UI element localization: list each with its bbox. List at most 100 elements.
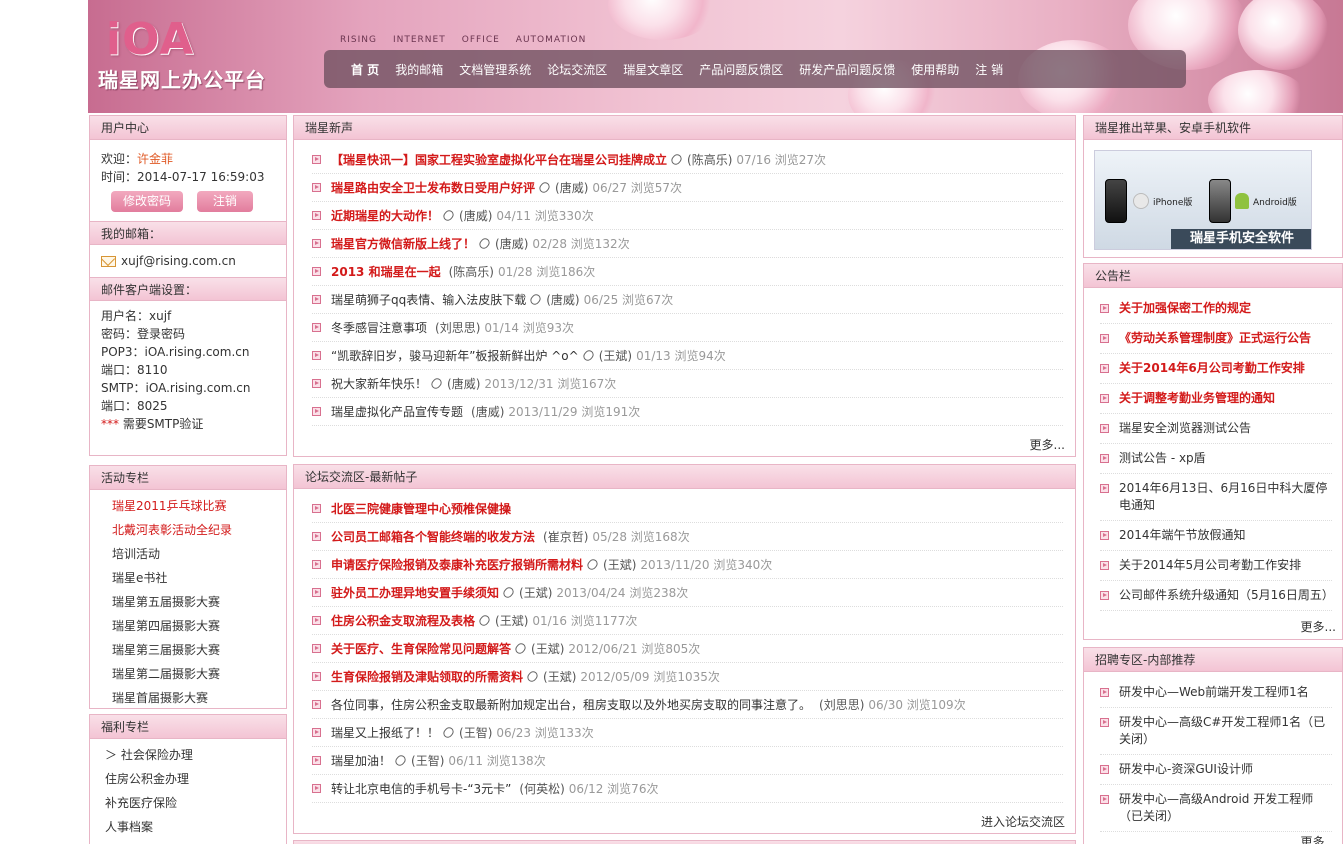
notice-link[interactable]: 2014年端午节放假通知	[1119, 527, 1246, 544]
item-title-link[interactable]: 【瑞星快讯一】国家工程实验室虚拟化平台在瑞星公司挂牌成立	[331, 146, 667, 173]
sidebar-link[interactable]: 瑞星e书社	[112, 566, 286, 590]
sidebar-link[interactable]: 补充医疗保险	[105, 791, 286, 815]
job-link[interactable]: 研发中心—高级C#开发工程师1名（已关闭）	[1119, 714, 1332, 748]
nav-help[interactable]: 使用帮助	[911, 61, 959, 78]
notice-item: 关于调整考勤业务管理的通知	[1100, 384, 1332, 414]
job-link[interactable]: 研发中心-资深GUI设计师	[1119, 761, 1253, 778]
item-title-link[interactable]: 瑞星虚拟化产品宣传专题	[331, 398, 463, 425]
mobile-app-panel: 瑞星推出苹果、安卓手机软件 iPhone版 Android版 瑞星手机安全软件	[1083, 115, 1343, 258]
notice-link[interactable]: 关于2014年5月公司考勤工作安排	[1119, 557, 1301, 574]
item-title-link[interactable]: 近期瑞星的大动作！	[331, 202, 439, 229]
item-meta: 2012/05/09 浏览1035次	[580, 669, 720, 684]
nav-home[interactable]: 首 页	[351, 61, 379, 78]
notice-link[interactable]: 测试公告 - xp盾	[1119, 450, 1206, 467]
item-meta: 04/11 浏览330次	[496, 208, 594, 223]
notice-more-link[interactable]: 更多...	[1301, 618, 1336, 635]
list-item: 瑞星萌狮子qq表情、输入法皮肤下载 (唐威) 06/25 浏览67次	[312, 286, 1063, 314]
item-title-link[interactable]: 瑞星加油！	[331, 747, 391, 774]
sidebar-link[interactable]: 瑞星第二届摄影大赛	[112, 662, 286, 686]
nav-product-feedback[interactable]: 产品问题反馈区	[699, 61, 783, 78]
item-title-link[interactable]: 瑞星萌狮子qq表情、输入法皮肤下载	[331, 286, 526, 313]
sidebar-link[interactable]: 瑞星2011乒乓球比赛	[112, 494, 286, 518]
item-title-link[interactable]: 住房公积金支取流程及表格	[331, 607, 475, 634]
notice-link[interactable]: 公司邮件系统升级通知（5月16日周五）	[1119, 587, 1334, 604]
notice-link[interactable]: 2014年6月13日、6月16日中科大厦停电通知	[1119, 480, 1332, 514]
sidebar-link[interactable]: 培训活动	[112, 542, 286, 566]
attachment-icon	[501, 585, 516, 600]
bullet-arrow-icon	[312, 211, 321, 220]
item-author: (王斌)	[603, 557, 637, 572]
nav-forum[interactable]: 论坛交流区	[547, 61, 607, 78]
bullet-arrow-icon	[1100, 591, 1109, 600]
notice-link[interactable]: 瑞星安全浏览器测试公告	[1119, 420, 1251, 437]
notice-link[interactable]: 关于调整考勤业务管理的通知	[1119, 390, 1275, 407]
mobile-app-banner[interactable]: iPhone版 Android版 瑞星手机安全软件	[1094, 150, 1312, 250]
item-title-link[interactable]: 祝大家新年快乐！	[331, 370, 427, 397]
item-title-link[interactable]: 驻外员工办理异地安置手续须知	[331, 579, 499, 606]
bullet-arrow-icon	[312, 351, 321, 360]
sidebar-link[interactable]: 瑞星第三届摄影大赛	[112, 638, 286, 662]
sidebar-link[interactable]: ＞ 社会保险办理	[105, 743, 286, 767]
item-title-link[interactable]: “凯歌辞旧岁，骏马迎新年”板报新鲜出炉 ^o^	[331, 342, 579, 369]
item-title-link[interactable]: 冬季感冒注意事项	[331, 314, 427, 341]
item-title-link[interactable]: 各位同事，住房公积金支取最新附加规定出台，租房支取以及外地买房支取的同事注意了。	[331, 691, 811, 718]
sidebar-link[interactable]: 人事档案	[105, 815, 286, 839]
item-author: (刘思思)	[435, 320, 481, 335]
forum-enter-link[interactable]: 进入论坛交流区	[981, 813, 1065, 830]
item-meta: 06/25 浏览67次	[583, 292, 674, 307]
list-item: “凯歌辞旧岁，骏马迎新年”板报新鲜出炉 ^o^ (王斌) 01/13 浏览94次	[312, 342, 1063, 370]
attachment-icon	[581, 348, 596, 363]
bullet-arrow-icon	[1100, 454, 1109, 463]
sidebar-link[interactable]: 住房公积金办理	[105, 767, 286, 791]
attachment-icon	[669, 152, 684, 167]
sidebar-link[interactable]: 瑞星首届摄影大赛	[112, 686, 286, 708]
sidebar-link[interactable]: 瑞星第五届摄影大赛	[112, 590, 286, 614]
nav-articles[interactable]: 瑞星文章区	[623, 61, 683, 78]
nav-mailbox[interactable]: 我的邮箱	[395, 61, 443, 78]
change-password-button[interactable]: 修改密码	[111, 191, 184, 212]
attachment-icon	[441, 208, 456, 223]
nav-logout[interactable]: 注 销	[975, 61, 1003, 78]
item-title-link[interactable]: 公司员工邮箱各个智能终端的收发方法	[331, 523, 535, 550]
list-item: 公司员工邮箱各个智能终端的收发方法 (崔京哲) 05/28 浏览168次	[312, 523, 1063, 551]
mail-client-settings-title: 邮件客户端设置：	[90, 277, 286, 301]
email-address[interactable]: xujf@rising.com.cn	[121, 254, 236, 268]
nav-rd-feedback[interactable]: 研发产品问题反馈	[799, 61, 895, 78]
item-title-link[interactable]: 瑞星路由安全卫士发布数日受用户好评	[331, 174, 535, 201]
news-panel: 瑞星新声 【瑞星快讯一】国家工程实验室虚拟化平台在瑞星公司挂牌成立 (陈高乐) 07…	[293, 115, 1076, 457]
notice-link[interactable]: 关于加强保密工作的规定	[1119, 300, 1251, 317]
header-banner: iOA 瑞星网上办公平台 RISING INTERNET OFFICE AUTOMAT…	[88, 0, 1343, 113]
nav-document-system[interactable]: 文档管理系统	[459, 61, 531, 78]
job-link[interactable]: 研发中心—Web前端开发工程师1名	[1119, 684, 1309, 701]
sidebar-link[interactable]: 瑞星第四届摄影大赛	[112, 614, 286, 638]
logout-button[interactable]: 注销	[196, 191, 253, 212]
sidebar-link[interactable]: 北戴河表彰活动全纪录	[112, 518, 286, 542]
item-title-link[interactable]: 关于医疗、生育保险常见问题解答	[331, 635, 511, 662]
sidebar-link[interactable]: 工作居住证办理	[105, 839, 286, 844]
user-center-panel: 用户中心 欢迎：许金菲 时间：2014-07-17 16:59:03 修改密码 …	[89, 115, 287, 456]
bullet-arrow-icon	[312, 784, 321, 793]
job-link[interactable]: 研发中心—高级Android 开发工程师（已关闭）	[1119, 791, 1332, 825]
jobs-more-link[interactable]: 更多...	[1301, 833, 1336, 844]
item-title-link[interactable]: 北医三院健康管理中心预椎保健操	[331, 495, 511, 522]
item-author: (王斌)	[495, 613, 529, 628]
list-item: 北医三院健康管理中心预椎保健操	[312, 495, 1063, 523]
item-author: (唐威)	[495, 236, 529, 251]
notice-link[interactable]: 关于2014年6月公司考勤工作安排	[1119, 360, 1305, 377]
notice-item: 瑞星安全浏览器测试公告	[1100, 414, 1332, 444]
item-title-link[interactable]: 转让北京电信的手机号卡-“3元卡”	[331, 775, 511, 802]
mobile-app-title: 瑞星推出苹果、安卓手机软件	[1084, 116, 1342, 140]
list-item: 各位同事，住房公积金支取最新附加规定出台，租房支取以及外地买房支取的同事注意了。…	[312, 691, 1063, 719]
item-title-link[interactable]: 生育保险报销及津贴领取的所需资料	[331, 663, 523, 690]
item-title-link[interactable]: 瑞星官方微信新版上线了！	[331, 230, 475, 257]
list-item: 近期瑞星的大动作！ (唐威) 04/11 浏览330次	[312, 202, 1063, 230]
item-title-link[interactable]: 2013 和瑞星在一起	[331, 258, 441, 285]
logo: iOA	[106, 14, 195, 65]
item-meta: 01/13 浏览94次	[636, 348, 726, 363]
notice-link[interactable]: 《劳动关系管理制度》正式运行公告	[1119, 330, 1311, 347]
item-title-link[interactable]: 瑞星又上报纸了！！	[331, 719, 439, 746]
activity-title: 活动专栏	[90, 466, 286, 490]
bullet-arrow-icon	[312, 700, 321, 709]
item-title-link[interactable]: 申请医疗保险报销及泰康补充医疗报销所需材料	[331, 551, 583, 578]
news-more-link[interactable]: 更多...	[1030, 436, 1065, 453]
